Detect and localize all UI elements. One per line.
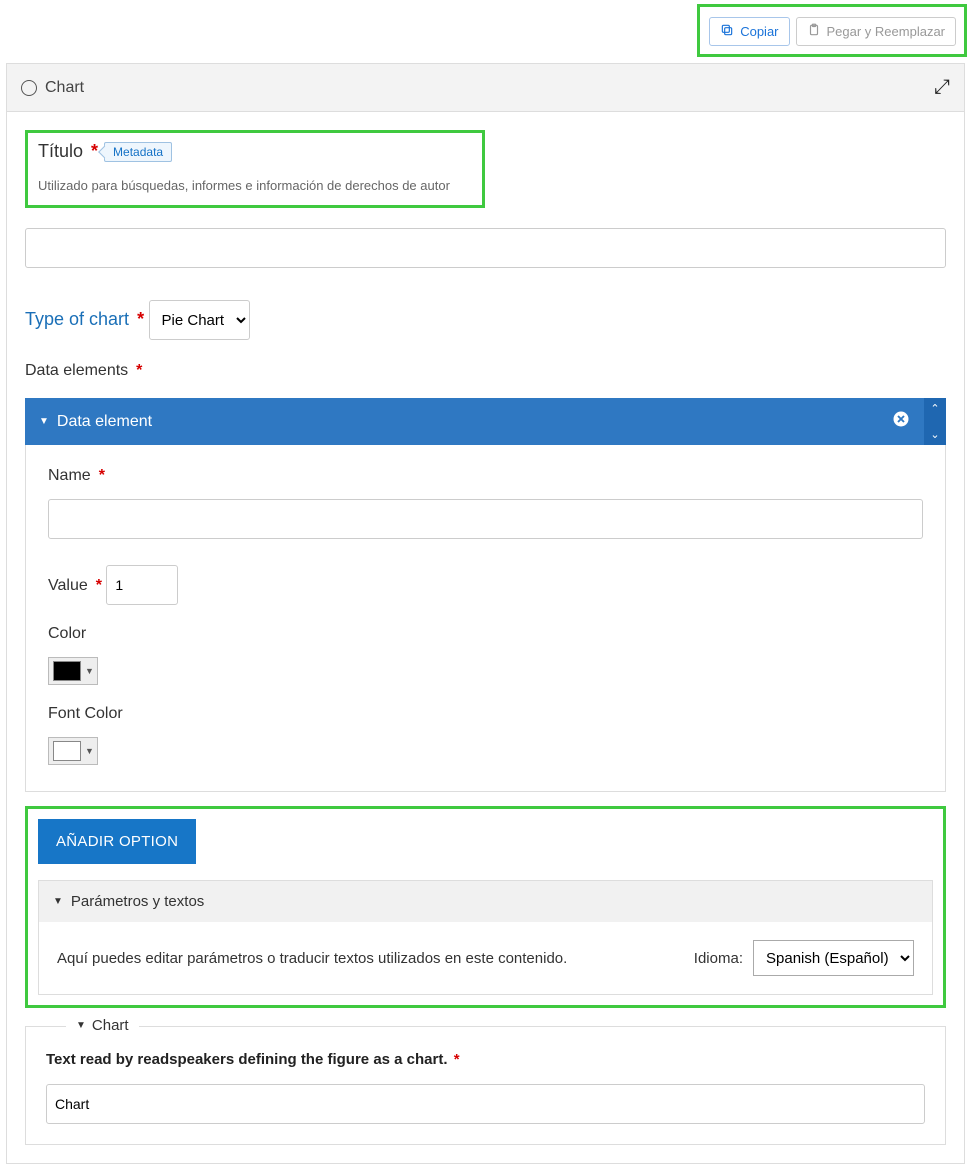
panel-header: Chart ⤢ [7,64,964,112]
caret-down-icon: ▼ [85,666,97,676]
top-actions: Copiar Pegar y Reemplazar [697,4,967,57]
data-elements-label-row: Data elements * [25,362,142,380]
paste-button[interactable]: Pegar y Reemplazar [796,17,957,46]
add-option-button[interactable]: AÑADIR OPTION [38,819,196,864]
copy-icon [720,23,734,40]
copy-label: Copiar [740,24,778,39]
color-swatch [53,661,81,681]
type-chart-label: Type of chart [25,309,129,330]
data-elements-label: Data elements [25,362,128,380]
params-header[interactable]: ▼ Parámetros y textos [39,881,932,922]
value-input[interactable] [106,565,178,605]
paste-icon [807,23,821,40]
data-element-title: Data element [57,413,152,431]
collapse-icon: ▼ [39,416,49,427]
name-label: Name [48,467,91,485]
color-picker[interactable]: ▼ [48,657,98,685]
reorder-column: ⌃ ⌄ [924,398,946,445]
copy-button[interactable]: Copiar [709,17,789,46]
type-chart-select[interactable]: Pie Chart [149,300,250,340]
titulo-label-row: Título * Metadata [38,141,172,162]
collapse-icon: ▼ [76,1020,86,1031]
required-mark: * [136,362,142,380]
value-label: Value [48,577,88,595]
collapse-icon: ▼ [53,896,63,907]
bottom-highlight: AÑADIR OPTION ▼ Parámetros y textos Aquí… [25,806,946,1008]
readspeaker-input[interactable] [46,1084,925,1124]
params-desc: Aquí puedes editar parámetros o traducir… [57,950,567,967]
name-input[interactable] [48,499,923,539]
metadata-tag[interactable]: Metadata [104,142,172,162]
titulo-highlight: Título * Metadata Utilizado para búsqued… [25,130,485,208]
move-up-icon[interactable]: ⌃ [930,402,939,415]
inner-chart-fieldset: ▼ Chart Text read by readspeakers defini… [25,1026,946,1145]
titulo-desc: Utilizado para búsquedas, informes e inf… [38,178,472,193]
params-label: Parámetros y textos [71,893,204,910]
required-mark: * [96,577,102,595]
readspeaker-label: Text read by readspeakers defining the f… [46,1051,448,1068]
language-select[interactable]: Spanish (Español) [753,940,914,976]
titulo-input[interactable] [25,228,946,268]
paste-label: Pegar y Reemplazar [827,24,946,39]
caret-down-icon: ▼ [85,746,97,756]
inner-legend[interactable]: ▼ Chart [66,1017,139,1034]
type-chart-label-row: Type of chart * [25,309,144,330]
move-down-icon[interactable]: ⌄ [930,428,939,441]
language-label: Idioma: [694,950,743,967]
globe-icon [21,80,37,96]
chart-panel: Chart ⤢ Título * Metadata Utilizado para… [6,63,965,1164]
fullscreen-icon[interactable]: ⤢ [934,76,950,99]
data-element-body: Name * Value * Color ▼ Font Color ▼ [25,445,946,792]
titulo-label: Título [38,141,83,162]
required-mark: * [99,467,105,485]
data-element-header[interactable]: ▼ Data element [25,398,924,445]
font-color-swatch [53,741,81,761]
font-color-picker[interactable]: ▼ [48,737,98,765]
required-mark: * [454,1051,460,1068]
remove-icon[interactable] [892,410,910,433]
color-label: Color [48,625,86,643]
required-mark: * [137,309,144,330]
font-color-label: Font Color [48,705,123,723]
panel-title: Chart [45,79,84,97]
inner-legend-label: Chart [92,1017,129,1034]
